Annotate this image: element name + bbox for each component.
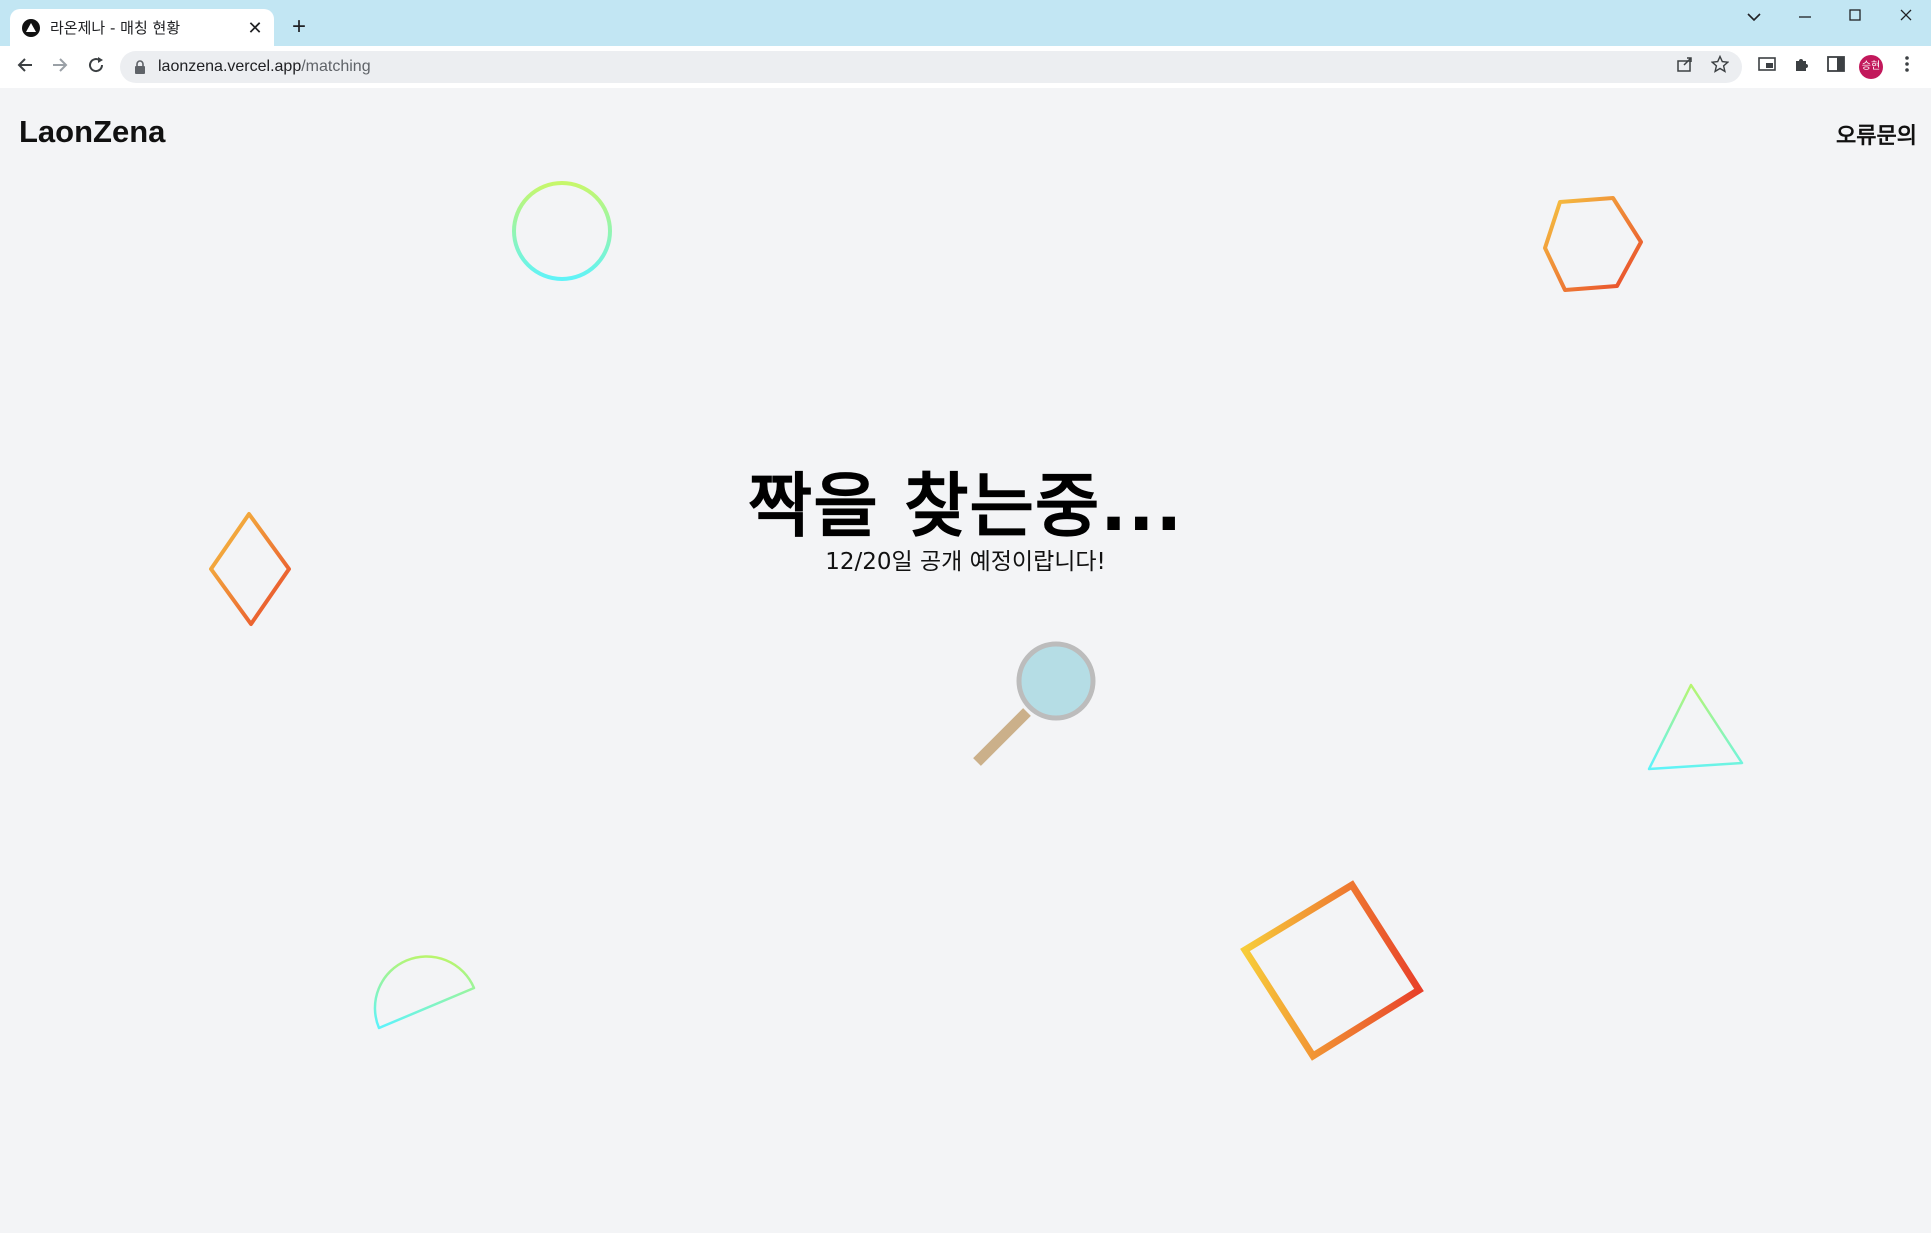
browser-toolbar: laonzena.vercel.app/matching 승현: [0, 46, 1931, 89]
menu-kebab-icon[interactable]: [1895, 55, 1919, 79]
lock-icon[interactable]: [134, 60, 146, 74]
address-bar[interactable]: laonzena.vercel.app/matching: [120, 51, 1742, 83]
title-bar: 라온제나 - 매칭 현황 ✕ +: [0, 0, 1931, 46]
url-text: laonzena.vercel.app/matching: [158, 58, 371, 76]
page-title: 짝을 찾는중...: [747, 465, 1184, 547]
report-error-link[interactable]: 오류문의: [1836, 118, 1917, 150]
new-tab-button[interactable]: +: [286, 14, 312, 40]
profile-avatar[interactable]: 승현: [1859, 55, 1883, 79]
tab-title: 라온제나 - 매칭 현황: [50, 19, 181, 37]
minimize-icon[interactable]: [1790, 6, 1820, 28]
reload-icon[interactable]: [83, 54, 109, 80]
url-host: laonzena.vercel.app: [158, 58, 302, 75]
maximize-icon[interactable]: [1840, 6, 1870, 28]
picture-in-picture-icon[interactable]: [1755, 55, 1779, 79]
tab-close-icon[interactable]: ✕: [244, 17, 266, 39]
side-panel-icon[interactable]: [1824, 55, 1848, 79]
browser-tab[interactable]: 라온제나 - 매칭 현황 ✕: [10, 9, 274, 46]
forward-arrow-icon[interactable]: [47, 54, 73, 80]
release-notice: 12/20일 공개 예정이랍니다!: [825, 549, 1106, 575]
bookmark-star-icon[interactable]: [1708, 54, 1732, 79]
extensions-puzzle-icon[interactable]: [1790, 55, 1814, 79]
vercel-favicon-icon: [22, 18, 40, 37]
close-icon[interactable]: [1891, 6, 1921, 28]
chevron-down-icon[interactable]: [1739, 6, 1769, 28]
page-content: LaonZena 오류문의 짝을 찾는중... 12/20일 공개 예정이랍니다…: [0, 88, 1931, 1233]
share-icon[interactable]: [1673, 55, 1697, 79]
back-arrow-icon[interactable]: [12, 54, 38, 80]
url-path: /matching: [301, 58, 371, 75]
site-logo[interactable]: LaonZena: [19, 114, 165, 150]
